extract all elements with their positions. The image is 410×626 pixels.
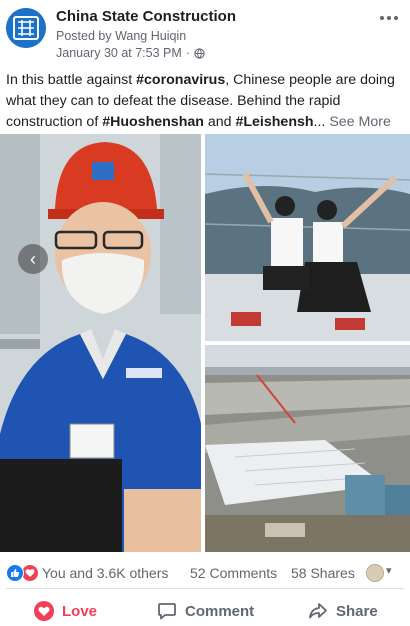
hashtag-leishenshan[interactable]: #Leishensh [235,114,313,130]
love-label: Love [62,602,98,620]
see-more-link[interactable]: See More [329,114,391,130]
more-dots-icon [380,16,384,20]
post-text-part: In this battle against [6,72,137,88]
couple-illustration [205,134,410,341]
more-options-button[interactable] [378,8,400,28]
construction-site-illustration [205,345,410,552]
comment-button[interactable]: Comment [157,596,254,626]
more-dots-icon [394,16,398,20]
post-meta: January 30 at 7:53 PM · [56,46,205,60]
post-text: In this battle against #coronavirus, Chi… [6,70,404,133]
post-text-ellipsis: ... [313,114,326,130]
love-button[interactable]: Love [34,596,97,626]
previous-photo-arrow[interactable]: ‹ [18,244,48,274]
photo-grid: ‹ [0,134,410,552]
post-text-part: and [203,114,236,130]
page-avatar[interactable] [6,8,46,48]
hashtag-coronavirus[interactable]: #coronavirus [136,72,225,88]
share-icon [308,601,328,621]
divider [6,588,404,589]
viewer-avatar[interactable] [366,564,384,582]
more-dots-icon [387,16,391,20]
comment-label: Comment [185,602,255,620]
chevron-down-icon[interactable]: ▾ [386,564,392,577]
comment-icon [157,601,177,621]
post-timestamp[interactable]: January 30 at 7:53 PM [56,46,182,60]
meta-separator: · [185,46,190,60]
reaction-icons[interactable] [6,564,40,582]
comments-count[interactable]: 52 Comments [190,565,277,581]
worker-illustration [0,134,201,552]
cscec-logo-icon [6,8,46,48]
hashtag-huoshenshan[interactable]: #Huoshenshan [102,114,204,130]
globe-icon [194,47,205,59]
share-label: Share [336,602,378,620]
shares-count[interactable]: 58 Shares [291,565,355,581]
reaction-summary[interactable]: You and 3.6K others [42,565,168,581]
posted-by: Posted by Wang Huiqin [56,29,187,43]
actions-bar: Love Comment Share [0,596,410,626]
couple-on-glass-floor-photo[interactable] [205,134,410,341]
post-header: China State Construction Posted by Wang … [0,0,410,66]
worker-in-helmet-photo[interactable]: ‹ [0,134,201,552]
page-name[interactable]: China State Construction [56,8,236,25]
hospital-construction-site-photo[interactable] [205,345,410,552]
reactions-bar: You and 3.6K others 52 Comments 58 Share… [0,560,410,586]
share-button[interactable]: Share [308,596,378,626]
love-icon [34,601,54,621]
like-icon [6,564,24,582]
